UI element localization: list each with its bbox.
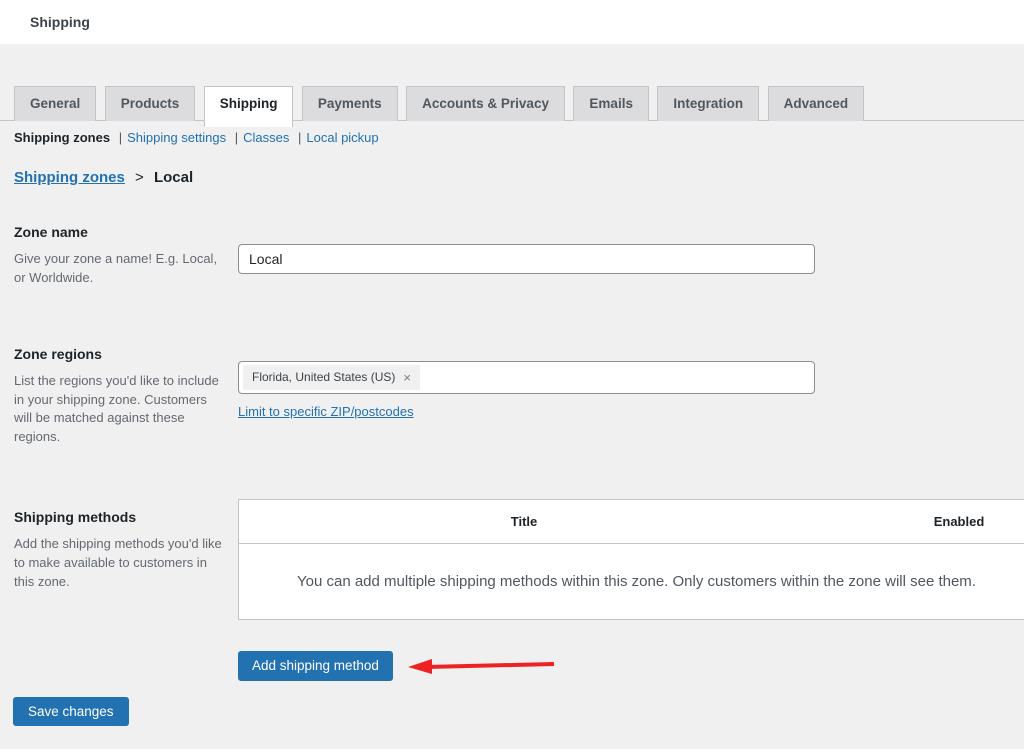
zone-regions-field-block: Florida, United States (US) × Limit to s… xyxy=(238,346,1024,447)
zone-name-field-block xyxy=(238,224,1024,288)
zone-name-label: Zone name xyxy=(14,224,238,240)
empty-methods-message: You can add multiple shipping methods wi… xyxy=(239,544,1024,619)
save-button-row: Save changes xyxy=(13,697,1024,726)
breadcrumb-shipping-zones-link[interactable]: Shipping zones xyxy=(14,169,125,186)
tab-general[interactable]: General xyxy=(14,86,96,121)
subnav-local-pickup[interactable]: Local pickup xyxy=(306,130,378,145)
zone-name-row: Zone name Give your zone a name! E.g. Lo… xyxy=(14,224,1024,288)
subnav-separator: | xyxy=(119,130,122,145)
subnav-separator: | xyxy=(298,130,301,145)
shipping-methods-description: Add the shipping methods you'd like to m… xyxy=(14,535,226,592)
subnav-shipping-zones[interactable]: Shipping zones xyxy=(14,130,110,145)
remove-region-icon[interactable]: × xyxy=(403,370,411,385)
tab-advanced[interactable]: Advanced xyxy=(768,86,865,121)
zone-name-label-block: Zone name Give your zone a name! E.g. Lo… xyxy=(14,224,238,288)
tab-products[interactable]: Products xyxy=(105,86,196,121)
breadcrumb-current-zone: Local xyxy=(154,169,193,186)
shipping-methods-table-header: Title Enabled xyxy=(239,500,1024,544)
shipping-methods-table: Title Enabled You can add multiple shipp… xyxy=(238,499,1024,620)
column-header-title: Title xyxy=(239,500,809,543)
shipping-methods-field-block: Title Enabled You can add multiple shipp… xyxy=(238,509,1024,620)
save-changes-button[interactable]: Save changes xyxy=(13,697,129,726)
red-arrow-annotation-icon xyxy=(408,657,558,675)
bottom-white-strip xyxy=(0,749,1024,754)
column-header-enabled: Enabled xyxy=(809,500,1024,543)
tab-emails[interactable]: Emails xyxy=(573,86,649,121)
add-method-button-row: Add shipping method xyxy=(238,651,1024,681)
tab-integration[interactable]: Integration xyxy=(657,86,759,121)
tab-payments[interactable]: Payments xyxy=(302,86,398,121)
admin-header-bar: Shipping xyxy=(0,0,1024,44)
tab-accounts-privacy[interactable]: Accounts & Privacy xyxy=(406,86,565,121)
subnav-classes[interactable]: Classes xyxy=(243,130,289,145)
settings-tab-bar: General Products Shipping Payments Accou… xyxy=(0,86,1024,121)
subnav-shipping-settings[interactable]: Shipping settings xyxy=(127,130,226,145)
zone-regions-label: Zone regions xyxy=(14,346,238,362)
region-tag: Florida, United States (US) × xyxy=(243,365,420,390)
zone-name-description: Give your zone a name! E.g. Local, or Wo… xyxy=(14,250,226,288)
subnav-separator: | xyxy=(235,130,238,145)
zone-name-input[interactable] xyxy=(238,244,815,274)
page-title: Shipping xyxy=(30,14,90,30)
shipping-methods-label: Shipping methods xyxy=(14,509,238,525)
zone-regions-label-block: Zone regions List the regions you'd like… xyxy=(14,346,238,447)
region-tag-label: Florida, United States (US) xyxy=(252,370,395,384)
shipping-methods-label-block: Shipping methods Add the shipping method… xyxy=(14,509,238,620)
breadcrumb-separator: > xyxy=(135,169,144,186)
zone-regions-description: List the regions you'd like to include i… xyxy=(14,372,226,447)
zone-regions-select[interactable]: Florida, United States (US) × xyxy=(238,361,815,394)
add-shipping-method-button[interactable]: Add shipping method xyxy=(238,651,393,681)
tab-shipping[interactable]: Shipping xyxy=(204,86,294,127)
shipping-subnav: Shipping zones | Shipping settings | Class… xyxy=(14,130,1024,145)
limit-zip-postcodes-link[interactable]: Limit to specific ZIP/postcodes xyxy=(238,404,414,419)
zone-regions-row: Zone regions List the regions you'd like… xyxy=(14,346,1024,447)
shipping-methods-row: Shipping methods Add the shipping method… xyxy=(14,509,1024,620)
breadcrumb: Shipping zones > Local xyxy=(14,169,1024,186)
